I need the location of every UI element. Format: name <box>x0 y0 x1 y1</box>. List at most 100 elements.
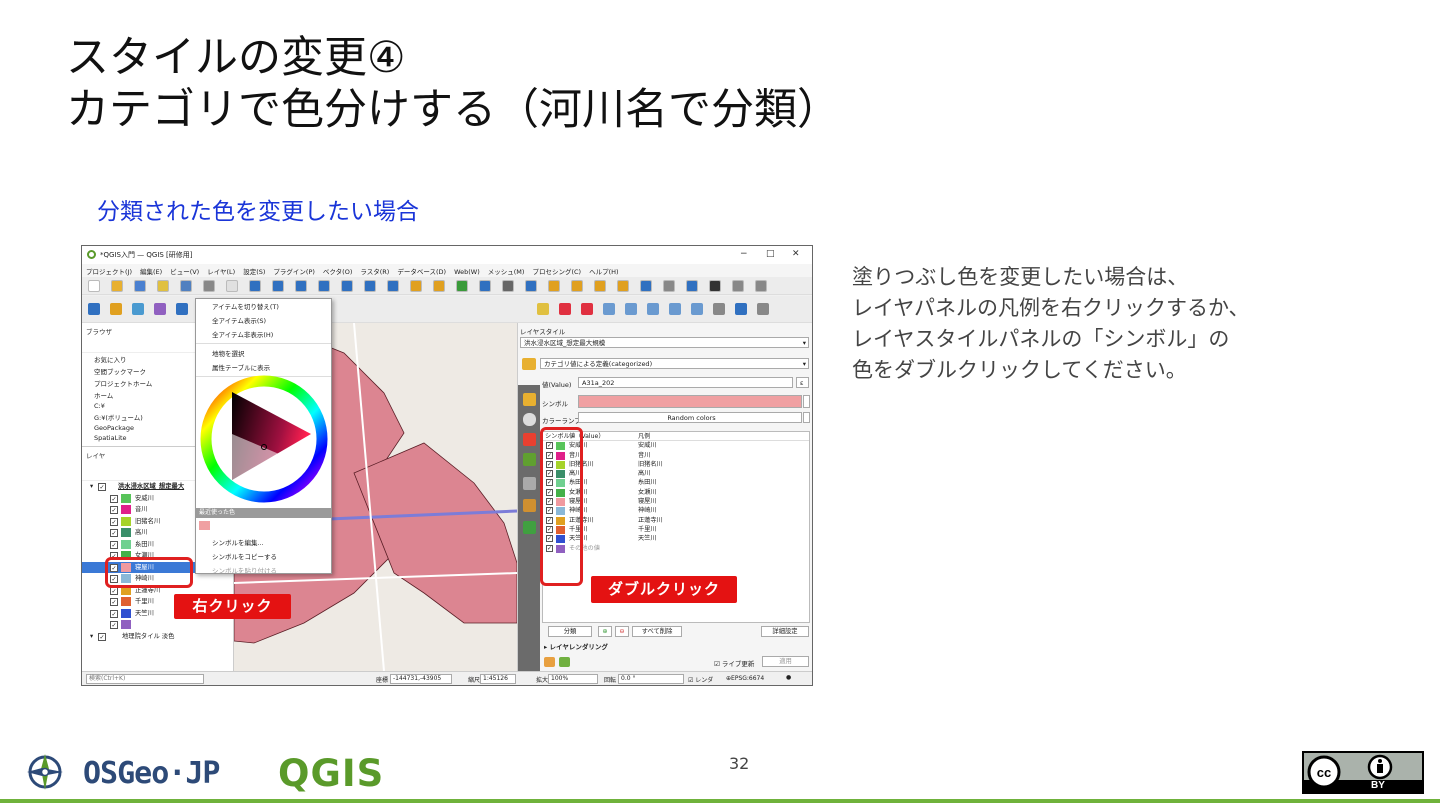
legend-checkbox[interactable]: ✓ <box>110 621 118 629</box>
layer-group-checkbox[interactable]: ✓ <box>98 483 106 491</box>
symbol-color-button[interactable] <box>578 395 802 408</box>
legend-checkbox[interactable]: ✓ <box>110 506 118 514</box>
toolbar-button-icon[interactable] <box>318 280 330 292</box>
rotation-field[interactable]: 0.0 ° <box>618 674 684 684</box>
menu-item[interactable]: Web(W) <box>454 268 480 276</box>
minimize-button[interactable]: − <box>740 249 748 259</box>
toolbar-button-icon[interactable] <box>617 280 629 292</box>
toolbar-button-icon[interactable] <box>272 280 284 292</box>
legend-checkbox[interactable]: ✓ <box>110 598 118 606</box>
value-field-selector[interactable]: A31a_202 <box>578 377 793 388</box>
mask-tab-icon[interactable] <box>523 433 536 446</box>
context-menu-item[interactable]: アイテムを切り替え(T) <box>196 299 331 313</box>
legend-color-swatch[interactable] <box>121 493 131 503</box>
menu-item[interactable]: 設定(S) <box>243 268 265 276</box>
add-category-button[interactable]: ⊕ <box>598 626 612 637</box>
toolbar-button-icon[interactable] <box>456 280 468 292</box>
labels-tab-icon[interactable] <box>523 413 536 426</box>
legend-checkbox[interactable]: ✓ <box>110 540 118 549</box>
expression-button[interactable]: ε <box>796 377 809 388</box>
legend-checkbox[interactable]: ✓ <box>110 517 118 526</box>
menu-item[interactable]: レイヤ(L) <box>207 268 235 276</box>
layer-legend-item[interactable]: ✓ <box>82 619 233 631</box>
locator-search-input[interactable]: 検索(Ctrl+K) <box>86 674 204 684</box>
legend-color-swatch[interactable] <box>121 505 131 514</box>
fields-tab-icon[interactable] <box>523 499 536 512</box>
layer-selector[interactable]: 洪水浸水区域_想定最大規模 ▾ <box>520 337 809 348</box>
toolbar-button-icon[interactable] <box>537 303 549 315</box>
live-update-toggle[interactable]: ☑ ライブ更新 <box>714 658 754 668</box>
menu-item[interactable]: プラグイン(P) <box>273 268 315 276</box>
toolbar-button-icon[interactable] <box>502 280 514 292</box>
toolbar-button-icon[interactable] <box>110 303 122 315</box>
toolbar-button-icon[interactable] <box>647 303 659 315</box>
remove-category-button[interactable]: ⊖ <box>615 626 629 637</box>
toolbar-button-icon[interactable] <box>111 280 123 292</box>
render-toggle[interactable]: ☑ レンダ <box>688 675 713 684</box>
legend-color-swatch[interactable] <box>121 539 131 549</box>
basemap-layer-row[interactable]: ▾ ✓ 地理院タイル 淡色 <box>82 631 233 643</box>
legend-checkbox[interactable]: ✓ <box>110 609 118 618</box>
toolbar-button-icon[interactable] <box>548 280 560 292</box>
toolbar-button-icon[interactable] <box>691 303 703 315</box>
crs-button[interactable]: ⊕EPSG:6674 <box>726 675 764 682</box>
expand-arrow-icon[interactable]: ▾ <box>90 481 93 493</box>
toolbar-button-icon[interactable] <box>525 280 537 292</box>
menu-item[interactable]: 編集(E) <box>140 268 162 276</box>
menu-item[interactable]: ヘルプ(H) <box>589 268 618 276</box>
redo-icon[interactable] <box>559 657 570 667</box>
apply-button[interactable]: 適用 <box>762 656 809 667</box>
basemap-checkbox[interactable]: ✓ <box>98 632 106 641</box>
delete-all-button[interactable]: すべて削除 <box>632 626 682 637</box>
toolbar-button-icon[interactable] <box>625 303 637 315</box>
toolbar-button-icon[interactable] <box>686 280 698 292</box>
toolbar-button-icon[interactable] <box>387 280 399 292</box>
undo-icon[interactable] <box>544 657 555 667</box>
legend-checkbox[interactable]: ✓ <box>110 529 118 537</box>
menu-item[interactable]: ビュー(V) <box>170 268 199 276</box>
close-button[interactable]: ✕ <box>792 249 800 259</box>
symbol-dropdown[interactable] <box>803 395 810 408</box>
toolbar-button-icon[interactable] <box>603 303 615 315</box>
toolbar-button-icon[interactable] <box>559 303 571 315</box>
toolbar-button-icon[interactable] <box>364 280 376 292</box>
expand-arrow-icon[interactable]: ▾ <box>90 631 93 643</box>
toolbar-button-icon[interactable] <box>669 303 681 315</box>
messages-icon[interactable]: ● <box>786 674 791 681</box>
toolbar-button-icon[interactable] <box>341 280 353 292</box>
toolbar-button-icon[interactable] <box>154 303 166 315</box>
scale-field[interactable]: 1:45126 <box>480 674 516 684</box>
toolbar-button-icon[interactable] <box>410 280 422 292</box>
toolbar-button-icon[interactable] <box>479 280 491 292</box>
context-menu-item[interactable]: 全アイテム非表示(H) <box>196 327 331 341</box>
context-menu-item[interactable]: 全アイテム表示(S) <box>196 313 331 327</box>
context-menu-action[interactable]: シンボルを貼り付ける <box>196 563 331 577</box>
menu-item[interactable]: データベース(D) <box>397 268 446 276</box>
toolbar-button-icon[interactable] <box>755 280 767 292</box>
legend-color-swatch[interactable] <box>121 620 131 629</box>
diagrams-tab-icon[interactable] <box>523 477 536 490</box>
toolbar-button-icon[interactable] <box>88 280 100 292</box>
menu-item[interactable]: メッシュ(M) <box>488 268 525 276</box>
toolbar-button-icon[interactable] <box>176 303 188 315</box>
toolbar-button-icon[interactable] <box>157 280 169 292</box>
toolbar-button-icon[interactable] <box>571 280 583 292</box>
legend-color-swatch[interactable] <box>121 516 131 526</box>
3d-view-tab-icon[interactable] <box>523 453 536 466</box>
magnifier-field[interactable]: 100% <box>548 674 598 684</box>
layer-rendering-section[interactable]: ▸ レイヤレンダリング <box>544 641 608 651</box>
toolbar-button-icon[interactable] <box>757 303 769 315</box>
legend-color-swatch[interactable] <box>121 528 131 537</box>
toolbar-button-icon[interactable] <box>640 280 652 292</box>
recent-color-swatch[interactable] <box>199 521 210 530</box>
toolbar-button-icon[interactable] <box>88 303 100 315</box>
toolbar-button-icon[interactable] <box>594 280 606 292</box>
context-menu-item[interactable]: 地物を選択 <box>196 346 331 360</box>
toolbar-button-icon[interactable] <box>709 280 721 292</box>
legend-color-swatch[interactable] <box>121 597 131 606</box>
maximize-button[interactable]: □ <box>766 249 775 259</box>
context-menu-action[interactable]: シンボルを編集... <box>196 535 331 549</box>
symbology-tab-icon[interactable] <box>523 393 536 406</box>
toolbar-button-icon[interactable] <box>713 303 725 315</box>
menu-item[interactable]: ラスタ(R) <box>360 268 389 276</box>
